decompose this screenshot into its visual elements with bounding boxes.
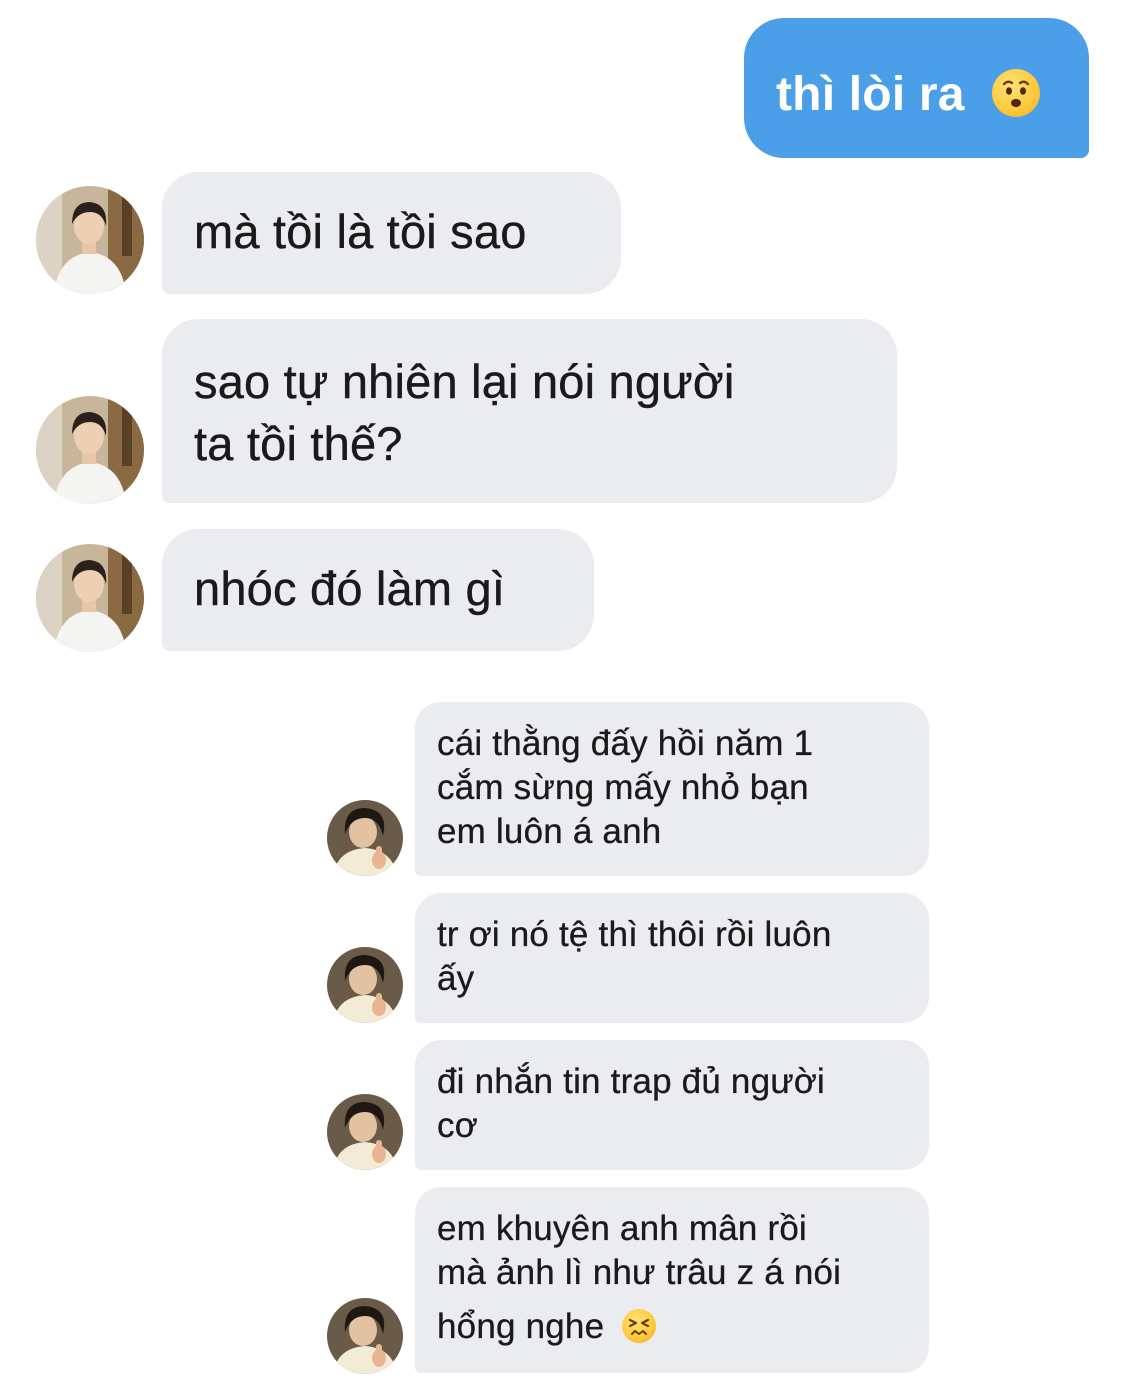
message-text-line: em luôn á anh [437,812,662,851]
message-text: mà tồi là tồi sao [194,205,527,258]
profile-photo [36,544,144,652]
contact-avatar[interactable] [327,1298,403,1374]
profile-photo [327,800,403,876]
profile-photo [36,396,144,504]
message-text-line: cái thằng đấy hồi năm 1 [437,724,814,763]
message-bubble-incoming[interactable]: sao tự nhiên lại nói người ta tồi thế? [162,319,897,503]
message-bubble-incoming[interactable]: em khuyên anh mân rồi mà ảnh lì như trâu… [415,1187,929,1373]
message-bubble-incoming[interactable]: tr ơi nó tệ thì thôi rồi luôn ấy [415,893,929,1023]
message-text: thì lòi ra [776,68,965,121]
message-bubble-incoming[interactable]: đi nhắn tin trap đủ người cơ [415,1040,929,1170]
profile-photo [327,1094,403,1170]
message-text-line: sao tự nhiên lại nói người [194,355,735,408]
contact-avatar[interactable] [36,186,144,294]
contact-avatar[interactable] [327,947,403,1023]
chat-thread: thì lòi ra mà tồi là tồi sao sao tự nhiê… [0,0,1125,1395]
message-text-line: ấy [437,959,475,998]
message-bubble-incoming[interactable]: cái thằng đấy hồi năm 1 cắm sừng mấy nhỏ… [415,702,929,876]
message-bubble-incoming[interactable]: mà tồi là tồi sao [162,172,621,294]
profile-photo [36,186,144,294]
message-text-line: hổng nghe [437,1307,605,1346]
confounded-face-icon [622,1308,657,1343]
profile-photo [327,947,403,1023]
profile-photo [327,1298,403,1374]
message-text-line: đi nhắn tin trap đủ người [437,1062,826,1101]
message-bubble-outgoing[interactable]: thì lòi ra [744,18,1089,158]
contact-avatar[interactable] [327,1094,403,1170]
message-text-line: mà ảnh lì như trâu z á nói [437,1253,842,1292]
message-text: nhóc đó làm gì [194,562,506,615]
worried-face-icon [992,69,1041,118]
contact-avatar[interactable] [36,544,144,652]
message-text-line: tr ơi nó tệ thì thôi rồi luôn [437,915,832,954]
message-text-line: cơ [437,1106,478,1145]
message-text-line: em khuyên anh mân rồi [437,1209,807,1248]
message-text-line: ta tồi thế? [194,417,403,470]
message-text-line: cắm sừng mấy nhỏ bạn [437,768,809,807]
contact-avatar[interactable] [36,396,144,504]
message-bubble-incoming[interactable]: nhóc đó làm gì [162,529,594,651]
contact-avatar[interactable] [327,800,403,876]
